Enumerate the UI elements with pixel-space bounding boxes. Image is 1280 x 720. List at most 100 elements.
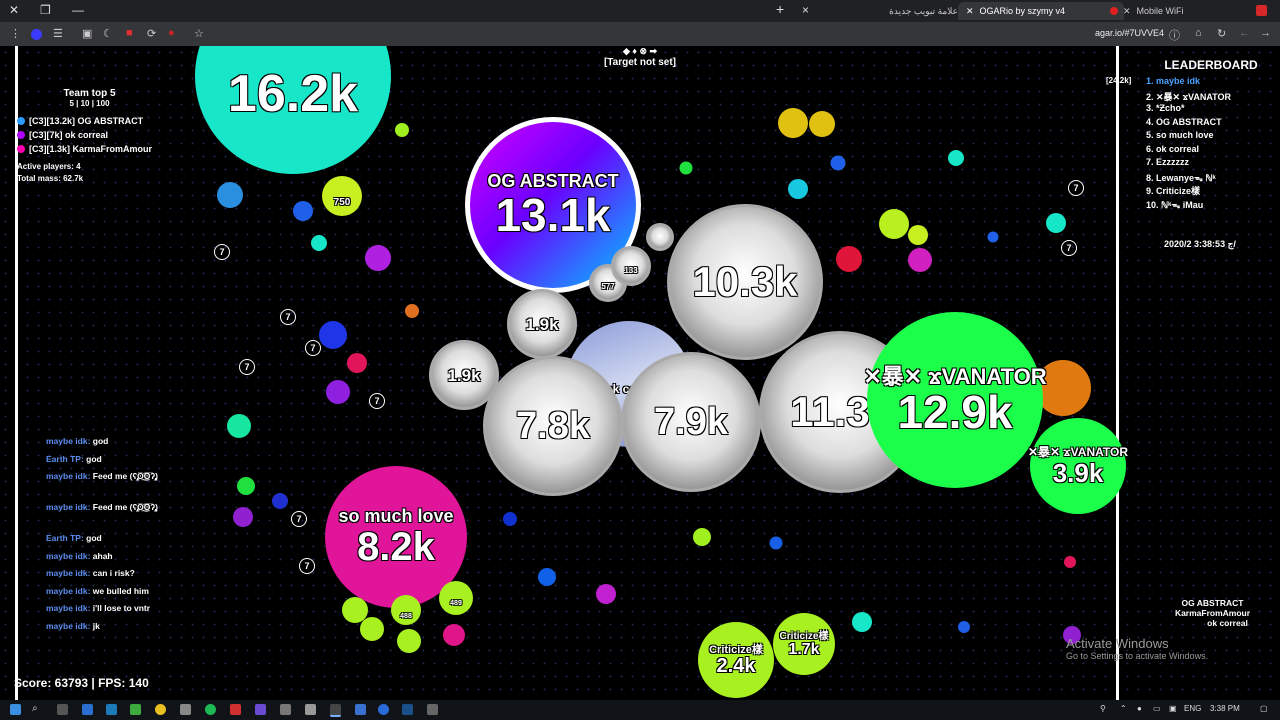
task-view-icon[interactable] <box>57 704 68 715</box>
mass-indicator: [24.2k] <box>1106 76 1132 85</box>
cell-489: 489 <box>439 581 473 615</box>
app-icon[interactable] <box>130 704 141 715</box>
lang-indicator[interactable]: ENG <box>1184 704 1201 713</box>
steam-icon[interactable] <box>402 704 413 715</box>
virus-marker: 7 <box>214 244 230 260</box>
leaderboard-entry: 1. maybe idk <box>1146 76 1201 86</box>
explorer-icon[interactable] <box>82 704 93 715</box>
team-top-subtitle[interactable]: 5 | 10 | 100 <box>17 99 162 108</box>
terminal-icon[interactable] <box>106 704 117 715</box>
record-icon[interactable]: ■ <box>126 27 133 39</box>
food-blob <box>1064 556 1076 568</box>
food-blob <box>948 150 964 166</box>
team-color-dot <box>17 117 25 125</box>
extension-icon[interactable] <box>31 29 42 40</box>
url-text[interactable]: agar.io/#7UVVE4 <box>1095 28 1164 38</box>
food-blob <box>233 507 253 527</box>
chrome-icon[interactable] <box>155 704 166 715</box>
shield-icon[interactable]: ● <box>168 27 175 39</box>
app-icon[interactable] <box>180 704 191 715</box>
reading-list-icon[interactable]: ☰ <box>53 27 63 40</box>
moon-icon[interactable]: ☾ <box>103 27 113 40</box>
chat-line: maybe idk: Feed me (ʕ̡̢̡ʘ̅͟͜͡ʘ̲̅ʔ̢̡̢) <box>14 471 194 502</box>
chat-author: maybe idk: <box>46 620 91 631</box>
browser-tabbar: ✕ ❐ — + × علامة تبويب جديدة ✕ OGARio by s… <box>0 0 1280 22</box>
virus-marker: 7 <box>299 558 315 574</box>
food-blob <box>365 245 391 271</box>
mic-icon[interactable]: ● <box>1137 704 1142 713</box>
cell-mass: 7.9k <box>654 401 728 443</box>
app-icon[interactable] <box>280 704 291 715</box>
screenshot-icon[interactable]: ▣ <box>82 27 92 40</box>
leaderboard-entry: 4. OG ABSTRACT <box>1146 116 1222 127</box>
game-canvas[interactable]: 7 7 7 7 7 7 7 7 7 16.2k 750 OG ABSTRACT … <box>0 46 1280 700</box>
info-icon[interactable]: ⓘ <box>1169 27 1180 43</box>
cell-name: so much love <box>338 506 454 527</box>
home-icon[interactable]: ⌂ <box>1195 27 1202 39</box>
tab-mobile-wifi-label: Mobile WiFi <box>1136 6 1184 16</box>
chat-line: Earth TP: god <box>14 454 194 472</box>
virus-marker: 7 <box>369 393 385 409</box>
close-window-icon[interactable]: ✕ <box>9 3 19 17</box>
clock[interactable]: 3:38 PM <box>1210 704 1240 713</box>
close-tab-icon[interactable]: × <box>802 3 809 17</box>
team-row: [C3][13.2k] OG ABSTRACT <box>17 114 162 128</box>
menu-icon[interactable]: ⋮ <box>10 27 21 40</box>
app-icon[interactable] <box>378 704 389 715</box>
food-blob <box>272 493 288 509</box>
minimize-window-icon[interactable]: — <box>72 3 84 17</box>
people-icon[interactable]: ⚲ <box>1100 704 1106 713</box>
tab-mobile-wifi[interactable]: ✕ Mobile WiFi <box>1115 2 1261 20</box>
windows-start-icon[interactable] <box>10 704 21 715</box>
network-icon[interactable]: ▣ <box>1169 704 1177 713</box>
chat-author: Earth TP: <box>46 453 84 464</box>
tab-ogario[interactable]: ✕ OGARio by szymy v4 <box>958 2 1124 20</box>
reload-icon[interactable]: ↻ <box>1217 27 1226 40</box>
notifications-icon[interactable]: ▢ <box>1260 704 1268 713</box>
chat-line: maybe idk: i'll lose to vntr <box>14 603 194 621</box>
timestamp: ج 3:38:53 2020/2/ <box>1164 239 1236 249</box>
food-blob <box>769 536 783 550</box>
tab-close-icon[interactable]: ✕ <box>966 6 974 16</box>
chevron-up-icon[interactable]: ⌃ <box>1120 704 1127 713</box>
spotify-icon[interactable] <box>205 704 216 715</box>
activate-windows-watermark: Activate Windows Go to Settings to activ… <box>1066 636 1208 661</box>
chat-message: god <box>86 533 102 543</box>
chat-author: Earth TP: <box>46 533 84 543</box>
back-icon[interactable]: ← <box>1239 27 1250 39</box>
chat-line: maybe idk: ahah <box>14 551 194 569</box>
new-tab-button[interactable]: + <box>776 1 784 17</box>
activate-title: Activate Windows <box>1066 636 1169 651</box>
tab-close-icon[interactable]: ✕ <box>1123 6 1131 16</box>
minimap: OG ABSTRACT KarmaFromAmour ok correal <box>1160 598 1265 628</box>
food-blob <box>293 201 313 221</box>
cell-criticize: Criticize樣 2.4k <box>698 622 774 698</box>
virus-marker: 7 <box>1068 180 1084 196</box>
cell-488: 488 <box>391 595 421 625</box>
chat-line: maybe idk: god <box>14 436 194 454</box>
activate-subtitle: Go to Settings to activate Windows. <box>1066 651 1209 661</box>
restore-window-icon[interactable]: ❐ <box>40 3 51 17</box>
search-icon[interactable]: ⌕ <box>32 703 38 714</box>
cell-mass: 11.3 <box>790 388 870 435</box>
forward-icon[interactable]: → <box>1260 27 1271 39</box>
app-icon[interactable] <box>355 704 366 715</box>
app-icon[interactable] <box>305 704 316 715</box>
bookmark-star-icon[interactable]: ☆ <box>194 27 204 40</box>
app-icon[interactable] <box>255 704 266 715</box>
target-icons: ◆ ♦ ⊗ ➡ <box>622 46 658 56</box>
app-icon[interactable] <box>230 704 241 715</box>
cell-criticize-small: Criticize樣 1.7k <box>773 613 835 675</box>
virus-marker: 7 <box>291 511 307 527</box>
tab-new-tab[interactable]: علامة تبويب جديدة <box>830 2 966 20</box>
browser-icon[interactable] <box>330 704 341 717</box>
food-blob <box>596 584 616 604</box>
chat-author: maybe idk: <box>46 471 91 481</box>
cell-mass: 7.8k <box>516 405 590 447</box>
chat-author: maybe idk: <box>46 436 91 446</box>
app-icon[interactable] <box>427 704 438 715</box>
chat-author: maybe idk: <box>46 603 91 613</box>
food-blob <box>958 621 970 633</box>
sync-icon[interactable]: ⟳ <box>147 27 156 40</box>
battery-icon[interactable]: ▭ <box>1153 704 1161 713</box>
